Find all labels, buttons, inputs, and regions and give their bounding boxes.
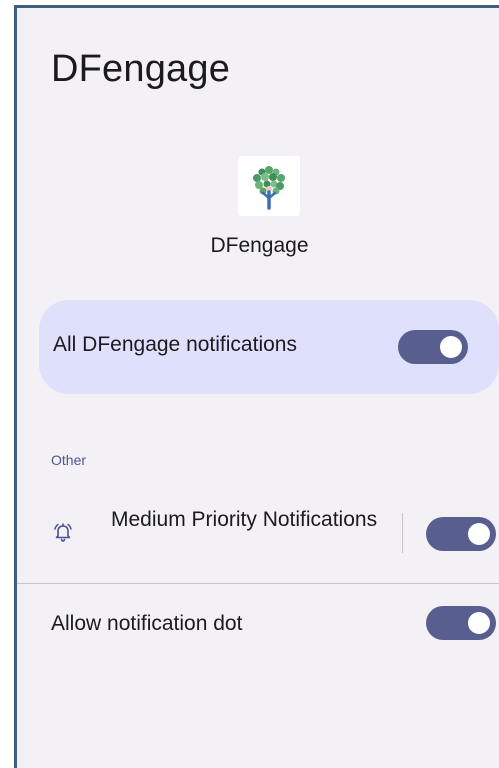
tree-logo-icon: [238, 156, 300, 216]
notification-settings-screen: DFengage DFengage All DFengage notificat…: [14, 5, 499, 768]
tree-logo-graphic: [253, 166, 285, 210]
all-notifications-toggle[interactable]: [398, 330, 468, 364]
section-header-other: Other: [51, 452, 87, 468]
all-notifications-label: All DFengage notifications: [53, 333, 297, 356]
row-divider: [402, 513, 403, 553]
all-notifications-card[interactable]: All DFengage notifications: [39, 300, 499, 394]
toggle-knob: [468, 612, 490, 634]
notification-dot-row[interactable]: Allow notification dot: [17, 598, 499, 648]
list-divider: [17, 583, 499, 584]
bell-ring-icon: [51, 520, 75, 544]
toggle-knob: [468, 523, 490, 545]
channel-label: Medium Priority Notifications: [111, 508, 378, 531]
page-title: DFengage: [51, 48, 231, 90]
notification-dot-label: Allow notification dot: [51, 612, 243, 635]
notification-dot-toggle[interactable]: [426, 606, 496, 640]
channel-row-medium-priority[interactable]: Medium Priority Notifications: [17, 498, 499, 578]
app-name: DFengage: [210, 234, 309, 257]
medium-priority-toggle[interactable]: [426, 517, 496, 551]
toggle-knob: [440, 336, 462, 358]
